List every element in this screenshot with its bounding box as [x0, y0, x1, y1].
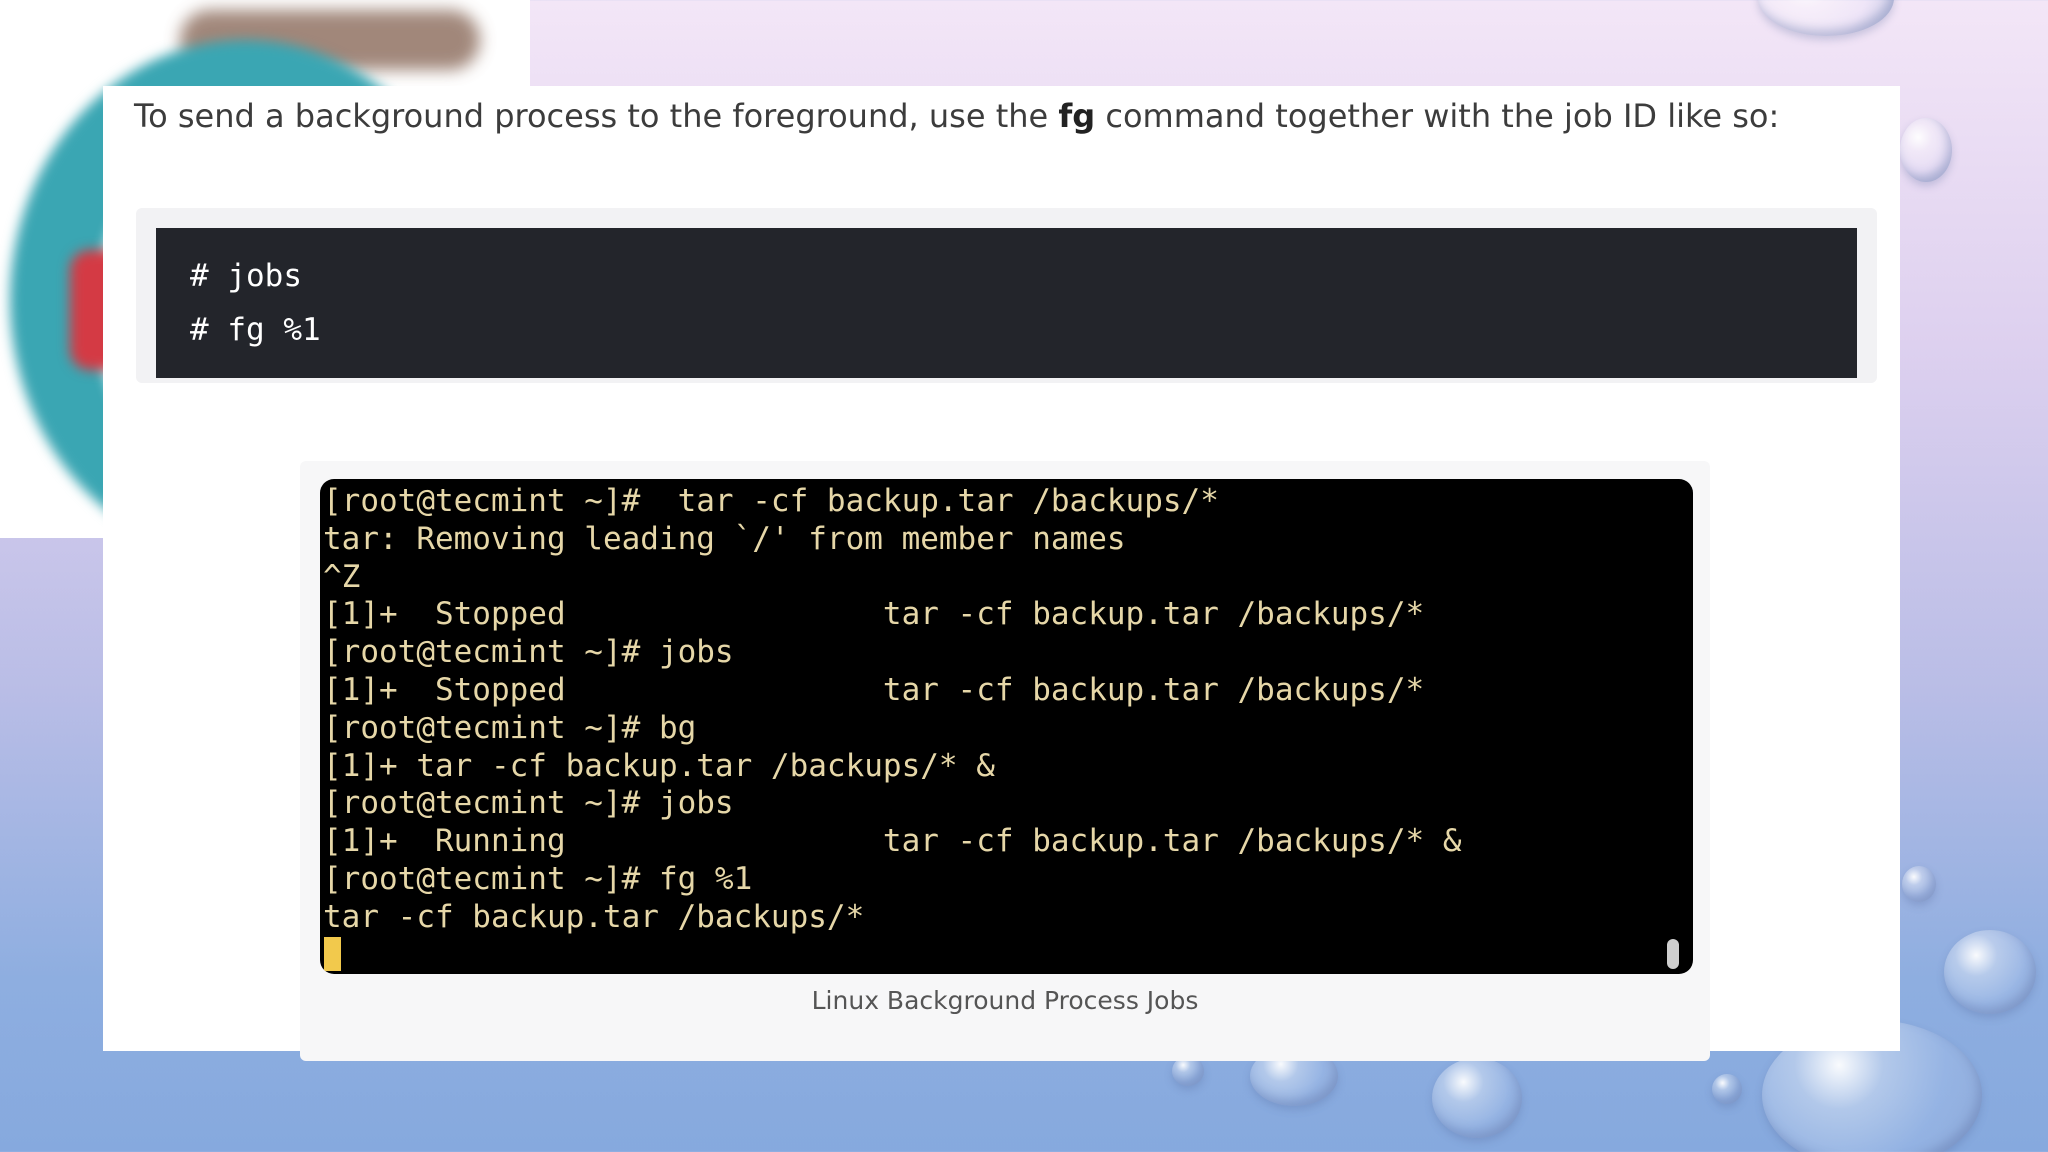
terminal-line: tar: Removing leading `/' from member na…	[323, 520, 1126, 557]
intro-text: To send a background process to the fore…	[134, 97, 1059, 135]
bubble-decoration	[1902, 866, 1936, 902]
terminal-line: ^Z	[323, 558, 361, 595]
terminal-line: [root@tecmint ~]# fg %1	[323, 860, 753, 897]
terminal-line: [1]+ Running tar -cf backup.tar /backups…	[323, 823, 1462, 860]
terminal-screenshot: [root@tecmint ~]# tar -cf backup.tar /ba…	[320, 479, 1693, 974]
figure-caption: Linux Background Process Jobs	[811, 986, 1199, 1015]
terminal-line: [root@tecmint ~]# jobs	[323, 785, 734, 822]
code-line: # jobs	[190, 258, 302, 294]
terminal-line: [root@tecmint ~]# tar -cf backup.tar /ba…	[323, 483, 1219, 519]
bubble-decoration	[1944, 930, 2036, 1014]
code-block-container: # jobs # fg %1	[136, 208, 1877, 383]
terminal-line: [1]+ Stopped tar -cf backup.tar /backups…	[323, 596, 1425, 633]
terminal-line: tar -cf backup.tar /backups/*	[323, 898, 865, 935]
bubble-decoration	[1432, 1058, 1522, 1138]
terminal-figure: [root@tecmint ~]# tar -cf backup.tar /ba…	[300, 461, 1710, 1061]
intro-paragraph: To send a background process to the fore…	[134, 96, 1874, 138]
intro-command: fg	[1058, 97, 1096, 135]
terminal-line: [root@tecmint ~]# bg	[323, 709, 697, 746]
intro-text-end: command together with the job ID like so…	[1095, 97, 1780, 135]
terminal-scrollbar	[1667, 939, 1679, 969]
terminal-line: [1]+ tar -cf backup.tar /backups/* &	[323, 747, 995, 784]
code-line: # fg %1	[190, 312, 321, 348]
terminal-line: [1]+ Stopped tar -cf backup.tar /backups…	[323, 671, 1425, 708]
bubble-decoration	[1758, 0, 1894, 36]
article-panel: To send a background process to the fore…	[103, 86, 1900, 1061]
code-block[interactable]: # jobs # fg %1	[156, 228, 1857, 378]
bubble-decoration	[1900, 118, 1952, 182]
bubble-decoration	[1712, 1074, 1742, 1104]
terminal-line: [root@tecmint ~]# jobs	[323, 634, 734, 671]
terminal-cursor	[324, 937, 341, 971]
